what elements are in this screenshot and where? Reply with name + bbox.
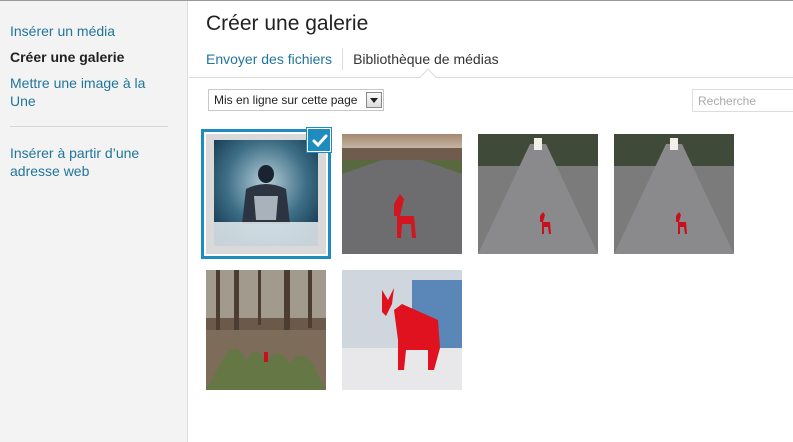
attachment-thumbnail[interactable]	[478, 134, 598, 254]
menu-item-create-gallery[interactable]: Créer une galerie	[10, 48, 170, 66]
deer-road-wide-image	[478, 134, 598, 254]
selected-check-button[interactable]	[307, 128, 331, 152]
tab-upload-files[interactable]: Envoyer des fichiers	[206, 48, 342, 70]
menu-separator	[10, 126, 168, 127]
tab-media-library[interactable]: Bibliothèque de médias	[342, 48, 499, 70]
chevron-down-icon[interactable]	[366, 92, 382, 108]
media-router: Envoyer des fichiers Bibliothèque de méd…	[206, 47, 499, 71]
deer-road-wide-copy-image	[614, 134, 734, 254]
deer-road-image	[342, 134, 462, 254]
menu-item-insert-from-url[interactable]: Insérer à partir d’une adresse web	[10, 144, 170, 180]
attachment-thumbnail[interactable]	[206, 270, 326, 390]
menu-item-featured-image[interactable]: Mettre une image à la Une	[10, 74, 170, 110]
media-frame-content: Créer une galerie Envoyer des fichiers B…	[189, 1, 793, 442]
attachment-filter-select[interactable]: Mis en ligne sur cette page	[208, 89, 384, 111]
attachment-thumbnail[interactable]	[342, 270, 462, 390]
attachment-thumbnail[interactable]	[614, 134, 734, 254]
search-input[interactable]	[692, 89, 793, 112]
media-sidebar: Insérer un média Créer une galerie Mettr…	[0, 1, 188, 442]
page-title: Créer une galerie	[206, 12, 369, 35]
menu-item-insert-media[interactable]: Insérer un média	[10, 22, 170, 40]
forest-floor-image	[206, 270, 326, 390]
deer-closeup-image	[342, 270, 462, 390]
checkmark-icon	[312, 134, 328, 148]
attachment-thumbnail[interactable]	[342, 134, 462, 254]
attachment-filter-value: Mis en ligne sur cette page	[214, 93, 358, 107]
active-tab-caret	[419, 68, 437, 86]
router-divider	[189, 77, 793, 78]
